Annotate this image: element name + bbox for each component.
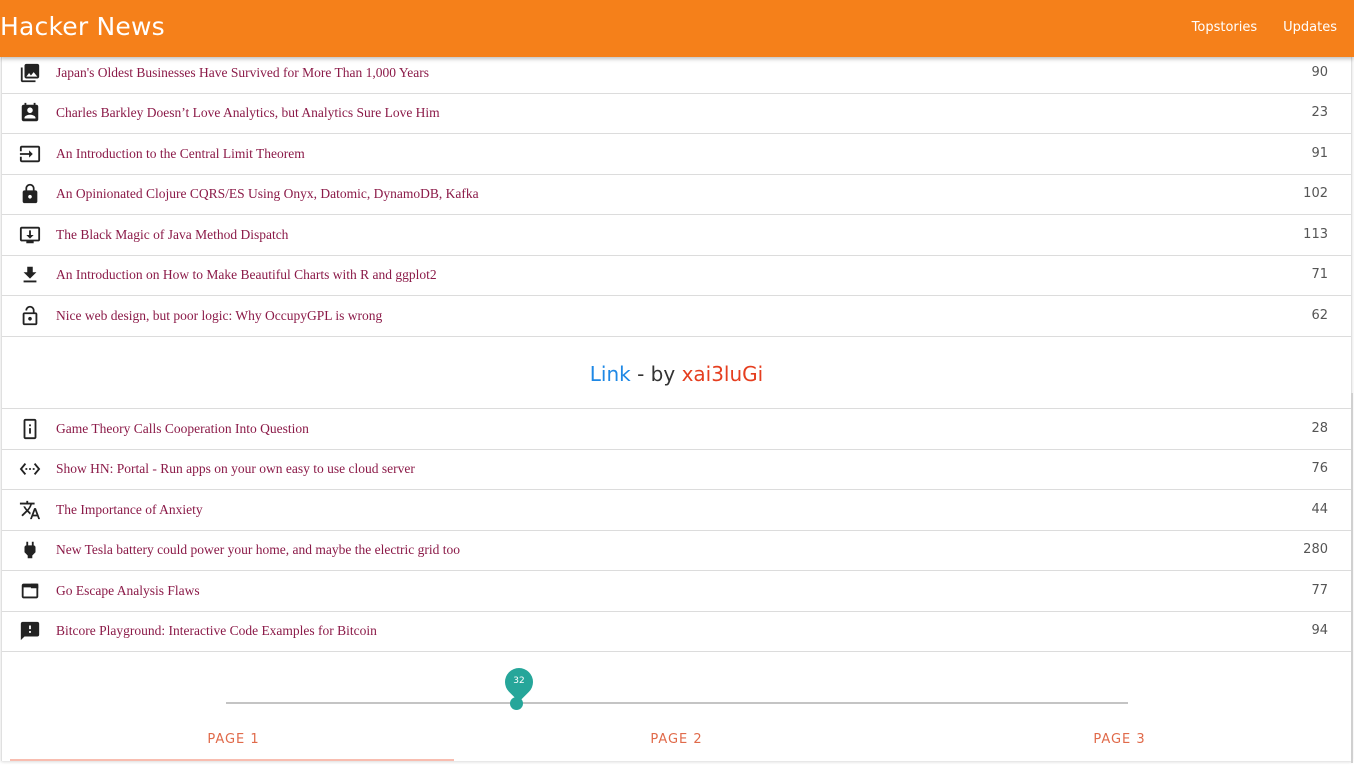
page-slider-thumb[interactable] [510, 697, 523, 710]
tab-page-2[interactable]: PAGE 2 [455, 732, 898, 747]
tab-page-3[interactable]: PAGE 3 [898, 732, 1341, 747]
download-icon [19, 264, 41, 286]
credit-line: Link - by xai3luGi [2, 338, 1351, 409]
story-link[interactable]: Japan's Oldest Businesses Have Survived … [56, 65, 429, 81]
story-row: An Opinionated Clojure CQRS/ES Using Ony… [2, 175, 1351, 215]
story-score: 91 [1311, 146, 1328, 161]
story-link[interactable]: Game Theory Calls Cooperation Into Quest… [56, 421, 309, 437]
lock-open-icon [19, 305, 41, 327]
story-link[interactable]: Go Escape Analysis Flaws [56, 583, 200, 599]
settings-ethernet-icon [19, 458, 41, 480]
credit-link[interactable]: Link [590, 362, 631, 386]
story-score: 280 [1303, 542, 1328, 557]
story-row: An Introduction on How to Make Beautiful… [2, 256, 1351, 296]
story-row: An Introduction to the Central Limit The… [2, 135, 1351, 175]
story-link[interactable]: Bitcore Playground: Interactive Code Exa… [56, 623, 377, 639]
app-bar: Hacker News Topstories Updates [0, 0, 1354, 57]
feedback-icon [19, 620, 41, 642]
input-icon [19, 143, 41, 165]
story-row: Show HN: Portal - Run apps on your own e… [2, 450, 1351, 490]
story-link[interactable]: The Black Magic of Java Method Dispatch [56, 227, 288, 243]
web-asset-icon [19, 580, 41, 602]
story-list-card: Japan's Oldest Businesses Have Survived … [1, 57, 1352, 761]
power-plug-icon [19, 539, 41, 561]
device-info-icon [19, 418, 41, 440]
story-link[interactable]: An Introduction to the Central Limit The… [56, 146, 305, 162]
story-link[interactable]: An Opinionated Clojure CQRS/ES Using Ony… [56, 186, 479, 202]
story-score: 94 [1311, 623, 1328, 638]
story-row: Nice web design, but poor logic: Why Occ… [2, 297, 1351, 337]
story-score: 44 [1311, 502, 1328, 517]
tab-page-1[interactable]: PAGE 1 [12, 732, 455, 747]
story-score: 23 [1311, 105, 1328, 120]
story-score: 113 [1303, 227, 1328, 242]
lock-icon [19, 183, 41, 205]
top-nav: Topstories Updates [1192, 20, 1337, 35]
credit-separator: - by [630, 362, 682, 386]
story-score: 62 [1311, 308, 1328, 323]
story-link[interactable]: New Tesla battery could power your home,… [56, 542, 460, 558]
page-slider-track[interactable] [226, 702, 1128, 704]
story-row: Bitcore Playground: Interactive Code Exa… [2, 612, 1351, 652]
story-link[interactable]: Nice web design, but poor logic: Why Occ… [56, 308, 382, 324]
system-update-icon [19, 224, 41, 246]
story-row: The Black Magic of Java Method Dispatch … [2, 216, 1351, 256]
story-score: 28 [1311, 421, 1328, 436]
contact-card-icon [19, 102, 41, 124]
story-link[interactable]: An Introduction on How to Make Beautiful… [56, 267, 437, 283]
story-score: 76 [1311, 461, 1328, 476]
story-score: 71 [1311, 267, 1328, 282]
story-link[interactable]: Show HN: Portal - Run apps on your own e… [56, 461, 415, 477]
photo-album-icon [19, 62, 41, 84]
story-score: 102 [1303, 186, 1328, 201]
story-link[interactable]: Charles Barkley Doesn’t Love Analytics, … [56, 105, 440, 121]
page-scrollbar[interactable] [1351, 393, 1353, 763]
credit-author[interactable]: xai3luGi [682, 362, 764, 386]
translate-icon [19, 499, 41, 521]
story-row: Go Escape Analysis Flaws 77 [2, 572, 1351, 612]
active-tab-indicator [10, 759, 454, 761]
story-row: The Importance of Anxiety 44 [2, 491, 1351, 531]
story-row: New Tesla battery could power your home,… [2, 531, 1351, 571]
page-slider-value: 32 [513, 676, 525, 686]
story-row: Japan's Oldest Businesses Have Survived … [2, 54, 1351, 94]
app-title[interactable]: Hacker News [0, 12, 165, 41]
story-link[interactable]: The Importance of Anxiety [56, 502, 203, 518]
nav-updates[interactable]: Updates [1283, 20, 1337, 35]
story-score: 77 [1311, 583, 1328, 598]
story-row: Game Theory Calls Cooperation Into Quest… [2, 410, 1351, 450]
story-row: Charles Barkley Doesn’t Love Analytics, … [2, 94, 1351, 134]
story-score: 90 [1311, 65, 1328, 80]
nav-topstories[interactable]: Topstories [1192, 20, 1258, 35]
